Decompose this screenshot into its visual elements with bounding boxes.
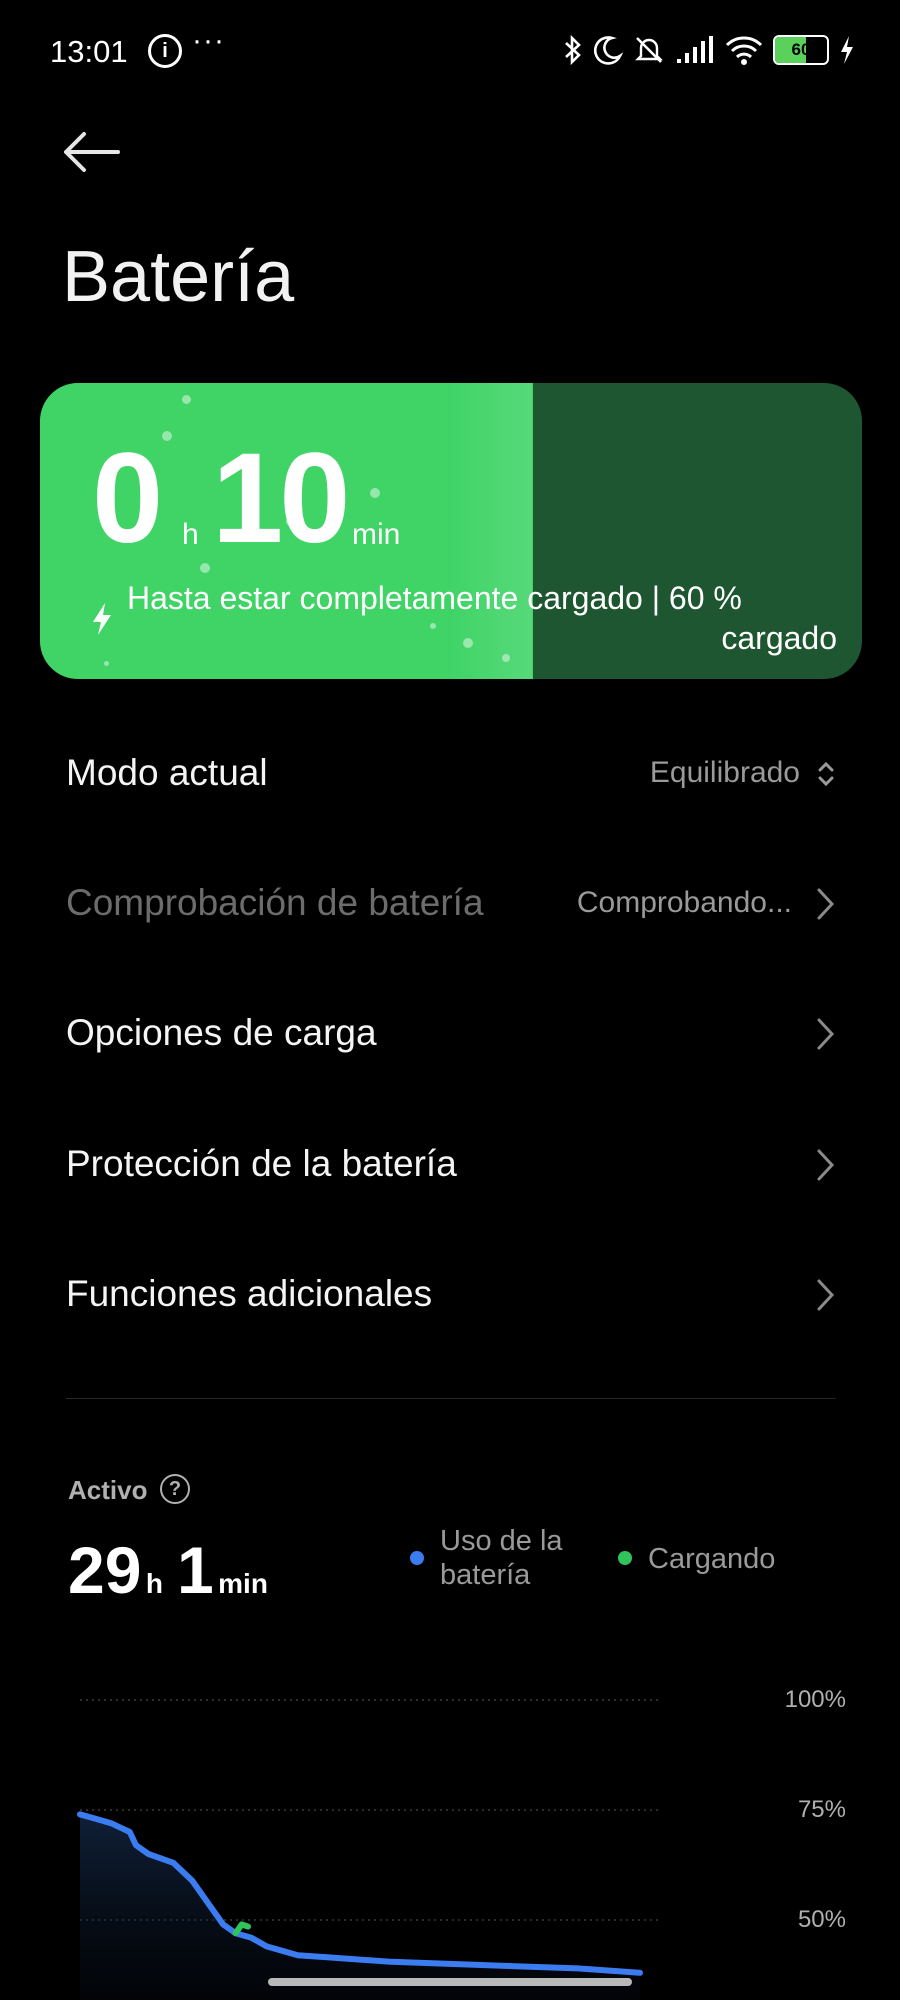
minutes-unit: min bbox=[352, 518, 401, 551]
info-icon: i bbox=[148, 34, 182, 68]
additional-functions-label: Funciones adicionales bbox=[66, 1273, 433, 1314]
status-bar: 13:01 i ··· 60 bbox=[50, 24, 855, 76]
usage-legend: Uso de la batería bbox=[440, 1524, 563, 1592]
up-down-chevron-icon bbox=[818, 761, 834, 787]
battery-protection-label: Protección de la batería bbox=[66, 1143, 457, 1184]
usage-area bbox=[80, 1814, 640, 2000]
help-icon[interactable]: ? bbox=[160, 1474, 190, 1504]
usage-legend-line1: Uso de la bbox=[440, 1525, 563, 1557]
charging-bolt-icon bbox=[841, 36, 853, 64]
active-label: Activo bbox=[68, 1475, 148, 1505]
remaining-hours: 0 bbox=[92, 427, 163, 570]
current-mode-value: Equilibrado bbox=[649, 756, 800, 789]
active-hours-unit: h bbox=[145, 1568, 163, 1599]
current-mode-row[interactable]: Modo actual Equilibrado bbox=[66, 734, 836, 814]
chevron-right-icon bbox=[817, 1149, 835, 1181]
usage-legend-line2: batería bbox=[440, 1559, 531, 1591]
y-tick-75: 75% bbox=[797, 1796, 846, 1823]
hours-unit: h bbox=[182, 518, 199, 551]
signal-icon bbox=[677, 36, 713, 63]
muted-bell-icon bbox=[635, 37, 663, 63]
charge-description: Hasta estar completamente cargado | 60 %… bbox=[127, 578, 862, 658]
active-minutes-unit: min bbox=[218, 1568, 268, 1599]
charging-options-label: Opciones de carga bbox=[66, 1012, 377, 1053]
charging-legend: Cargando bbox=[648, 1543, 776, 1575]
charging-legend-dot bbox=[618, 1551, 632, 1565]
section-divider bbox=[66, 1398, 836, 1399]
active-duration: 29 h1 min bbox=[68, 1532, 282, 1608]
chevron-right-icon bbox=[817, 1018, 835, 1050]
additional-functions-row[interactable]: Funciones adicionales bbox=[66, 1255, 836, 1335]
back-arrow-icon[interactable] bbox=[62, 130, 122, 174]
battery-level: 60 bbox=[791, 40, 811, 59]
active-hours: 29 bbox=[68, 1533, 142, 1607]
wifi-icon bbox=[725, 36, 763, 65]
battery-history-chart bbox=[77, 1699, 660, 2000]
chevron-right-icon bbox=[817, 1279, 835, 1311]
page-title: Batería bbox=[62, 237, 295, 317]
battery-check-value: Comprobando... bbox=[576, 886, 792, 919]
chevron-right-icon bbox=[817, 888, 835, 920]
more-notifications-icon: ··· bbox=[192, 24, 225, 57]
moon-icon bbox=[593, 36, 623, 65]
battery-protection-row[interactable]: Protección de la batería bbox=[66, 1125, 836, 1205]
charging-options-row[interactable]: Opciones de carga bbox=[66, 994, 836, 1074]
bluetooth-icon bbox=[565, 34, 581, 66]
home-indicator[interactable] bbox=[268, 1978, 632, 1986]
charge-description-line1: Hasta estar completamente cargado | 60 % bbox=[127, 580, 742, 616]
battery-icon: 60 bbox=[773, 35, 829, 65]
status-time: 13:01 bbox=[50, 34, 128, 69]
charge-description-line2: cargado bbox=[721, 620, 837, 656]
y-tick-50: 50% bbox=[797, 1906, 846, 1933]
usage-legend-dot bbox=[410, 1551, 424, 1565]
current-mode-label: Modo actual bbox=[66, 752, 268, 793]
remaining-minutes: 10 bbox=[212, 427, 350, 570]
charging-bolt-icon bbox=[93, 603, 111, 635]
y-tick-100: 100% bbox=[784, 1686, 846, 1713]
battery-check-label: Comprobación de batería bbox=[66, 882, 484, 923]
active-minutes: 1 bbox=[176, 1533, 214, 1607]
charge-status-card: 0 h 10 min Hasta estar completamente car… bbox=[40, 383, 862, 679]
battery-check-row[interactable]: Comprobación de batería Comprobando... bbox=[66, 864, 836, 944]
